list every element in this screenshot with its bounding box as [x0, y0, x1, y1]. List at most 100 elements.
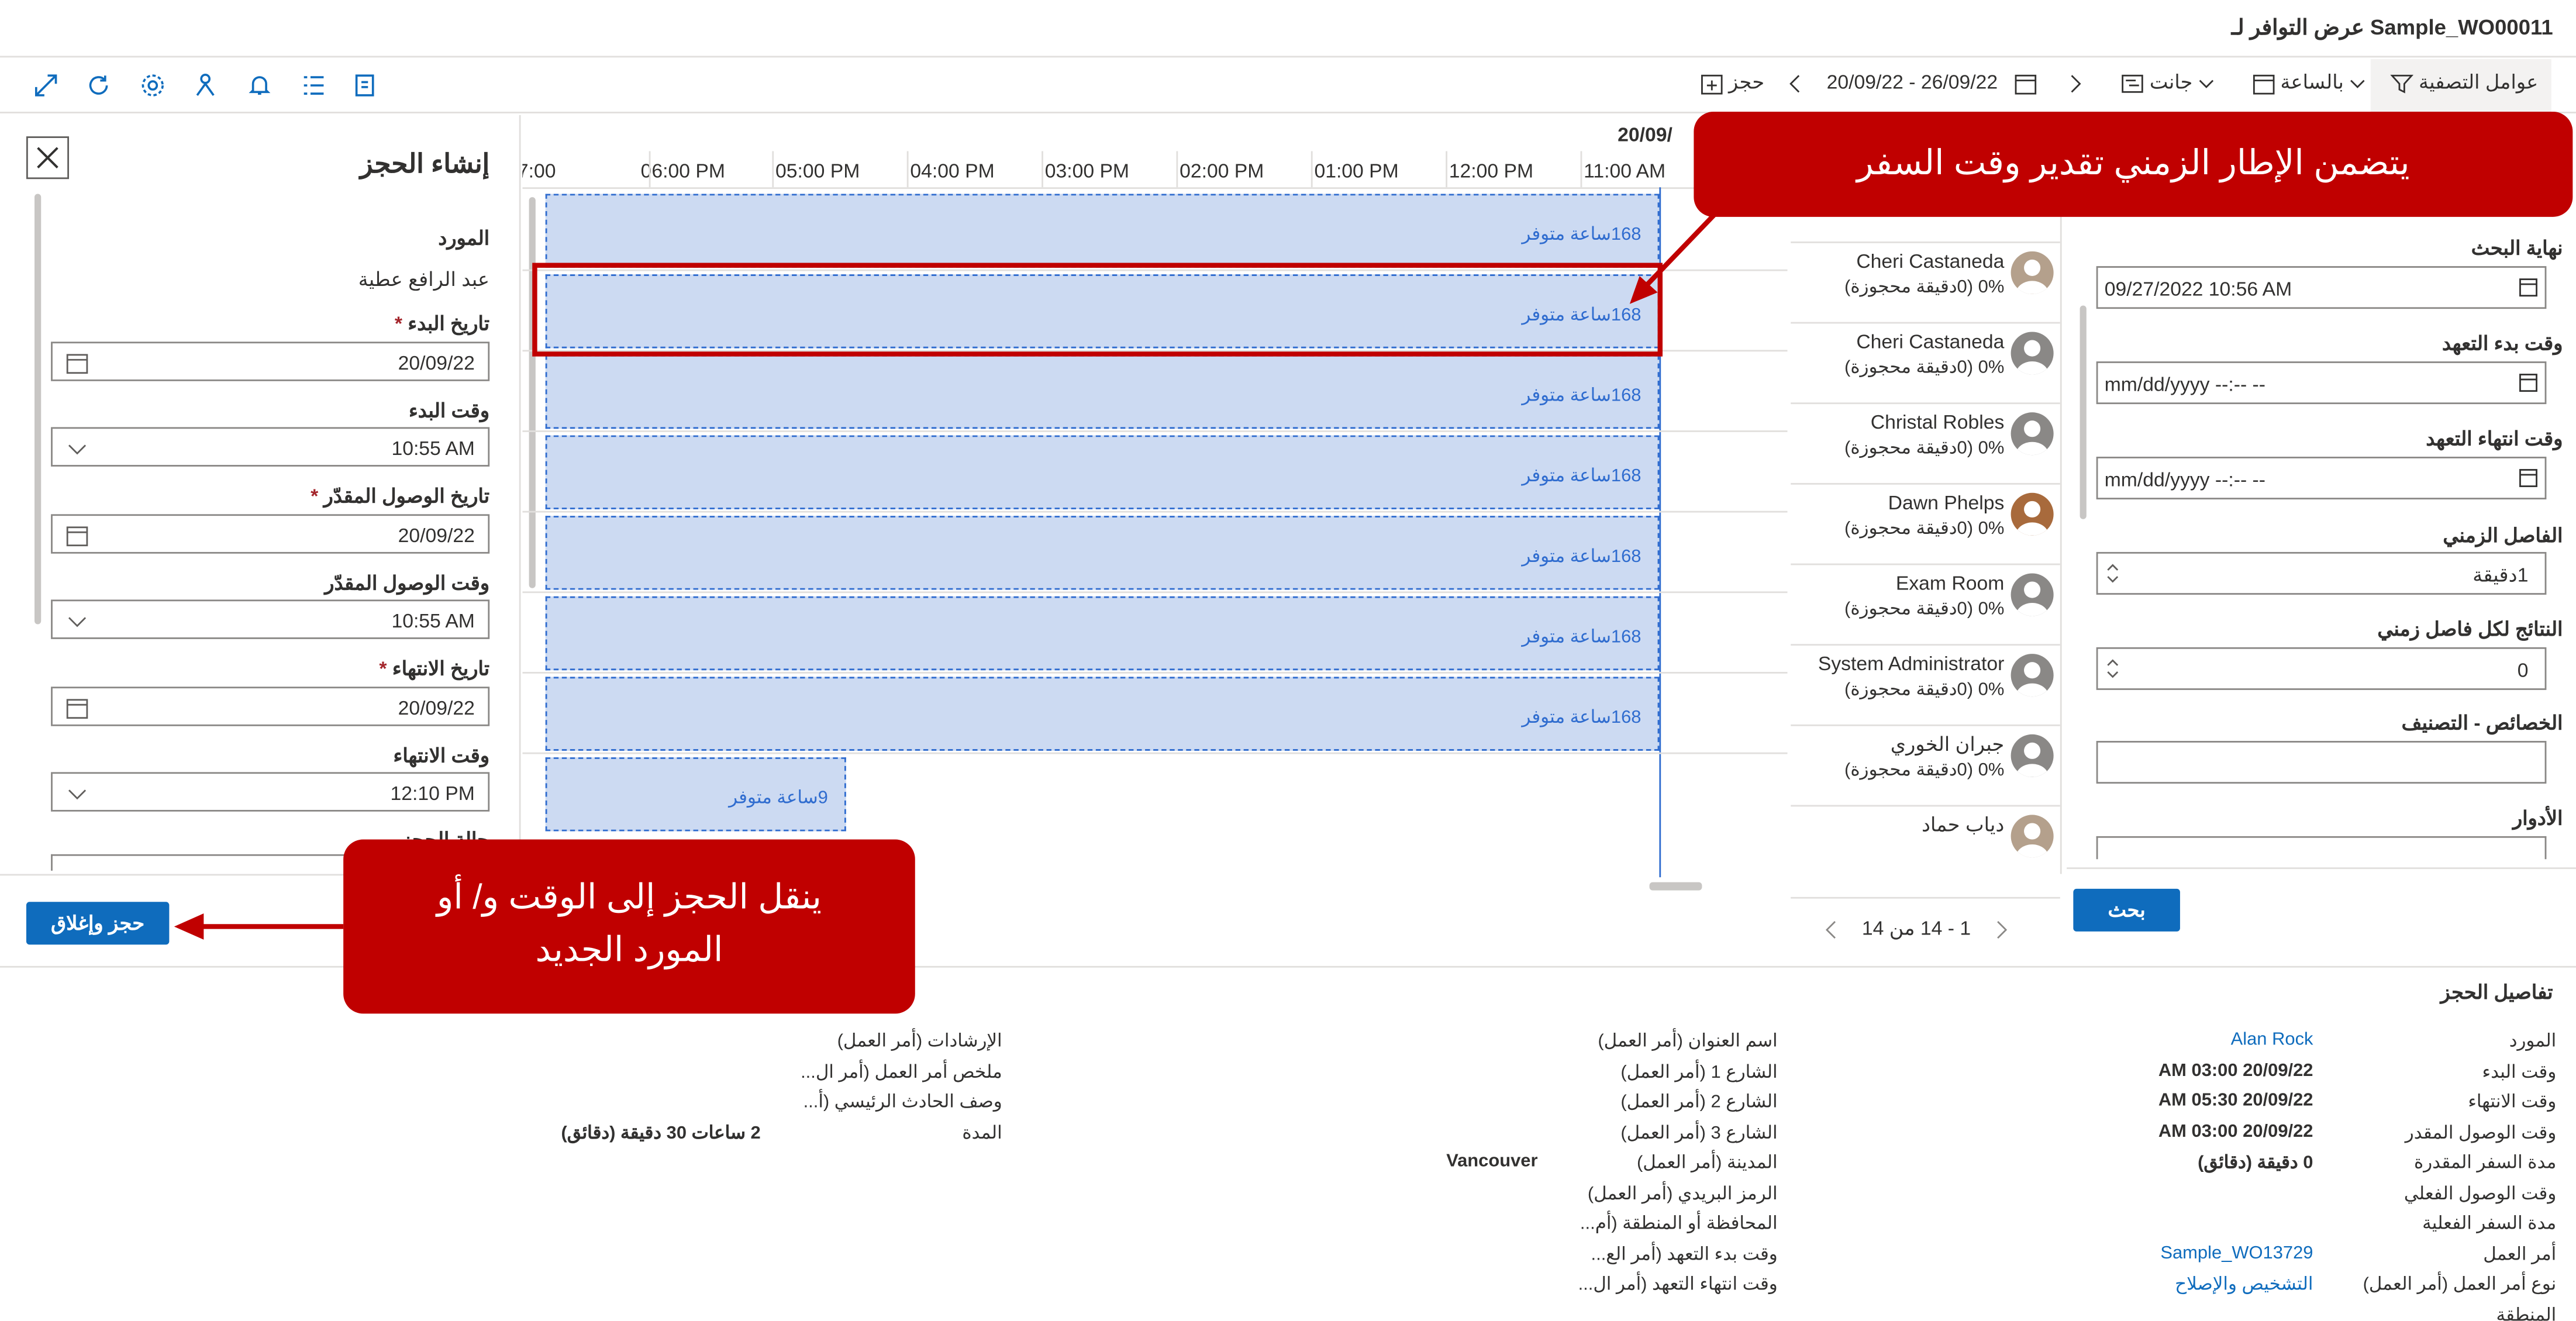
detail-key: المحافظة أو المنطقة (أم...: [1580, 1214, 1778, 1234]
grid-scrollbar-horizontal[interactable]: [1649, 882, 1702, 891]
close-button[interactable]: [26, 136, 69, 180]
filter-button[interactable]: عوامل التصفية: [2370, 59, 2551, 112]
hour-divider: [1042, 151, 1043, 188]
hourly-label: بالساعة: [2280, 70, 2344, 94]
resource-status: 0% (0دقيقة محجوزة): [1844, 519, 2005, 539]
resource-list: 0% (0دقيقة محجوزة) Cheri Castaneda 0% (0دق…: [1791, 194, 2062, 874]
avatar: [2011, 734, 2054, 777]
search-button[interactable]: بحث: [2073, 888, 2180, 932]
resource-status: 0% (0دقيقة محجوزة): [1844, 439, 2005, 458]
grid-scrollbar-vertical[interactable]: [529, 197, 536, 588]
chevron-down-icon: [2350, 80, 2365, 88]
end-date-field[interactable]: 20/09/22: [51, 687, 490, 726]
row-divider: [522, 591, 1788, 594]
expand-icon[interactable]: [33, 73, 59, 99]
chevron-right-icon[interactable]: [1993, 920, 2009, 940]
spinner-icon[interactable]: [2105, 654, 2121, 684]
detail-key: وقت انتهاء التعهد (أمر ال...: [1578, 1275, 1778, 1295]
start-date-field[interactable]: 20/09/22: [51, 342, 490, 381]
book-button[interactable]: حجز: [1700, 71, 1764, 95]
search-panel-scrollbar[interactable]: [2080, 305, 2087, 519]
resource-row[interactable]: System Administrator 0% (0دقيقة محجوزة): [1791, 644, 2060, 726]
gantt-icon: [2122, 74, 2144, 93]
resource-row[interactable]: دياب حماد: [1791, 805, 2060, 874]
booking-details-title: تفاصيل الحجز: [2440, 981, 2553, 1004]
row-divider: [522, 430, 1788, 432]
resource-row[interactable]: Christal Robles 0% (0دقيقة محجوزة): [1791, 402, 2060, 485]
start-time-field[interactable]: 10:55 AM: [51, 427, 490, 467]
availability-slot[interactable]: 168ساعة متوفر: [545, 435, 1660, 509]
header-divider: [522, 187, 1788, 189]
hour-divider: [1311, 151, 1313, 188]
list-icon[interactable]: [301, 73, 327, 99]
next-period-button[interactable]: [2067, 71, 2083, 94]
end-date-value: 20/09/22: [398, 696, 475, 720]
interval-field[interactable]: 1دقيقة: [2096, 551, 2547, 595]
person-icon: [2016, 420, 2049, 456]
promise-end-label: وقت انتهاء التعهد: [2426, 427, 2563, 450]
chevron-down-icon: [68, 789, 87, 800]
est-arrival-time-label: وقت الوصول المقدّر: [325, 571, 490, 595]
resource-row[interactable]: Dawn Phelps 0% (0دقيقة محجوزة): [1791, 483, 2060, 565]
resource-name: Dawn Phelps: [1888, 491, 2005, 515]
hour-label: 12:00 PM: [1449, 159, 1534, 182]
availability-slot-label: 168ساعة متوفر: [1522, 225, 1642, 245]
detail-value[interactable]: Sample_WO13729: [2160, 1243, 2313, 1263]
end-time-field[interactable]: 12:10 PM: [51, 772, 490, 812]
detail-value[interactable]: التشخيص والإصلاح: [2175, 1273, 2313, 1295]
calendar-clock-icon: [2253, 74, 2274, 95]
est-arrival-date-field[interactable]: 20/09/22: [51, 514, 490, 554]
resource-row[interactable]: Exam Room 0% (0دقيقة محجوزة): [1791, 564, 2060, 646]
hour-label: 06:00 PM: [640, 159, 725, 182]
availability-slot-label: 9ساعة متوفر: [729, 788, 828, 809]
resource-status: 0% (0دقيقة محجوزة): [1844, 760, 2005, 781]
panel-scrollbar[interactable]: [34, 194, 42, 625]
avatar: [2011, 492, 2054, 536]
results-field[interactable]: 0: [2096, 647, 2547, 690]
book-and-close-button[interactable]: حجز وإغلاق: [26, 902, 170, 945]
refresh-icon[interactable]: [85, 73, 112, 99]
availability-slot[interactable]: 9ساعة متوفر: [545, 757, 846, 832]
pager-text: 1 - 14 من 14: [1861, 916, 1971, 940]
create-booking-panel: إنشاء الحجز المورد عبد الرافع عطية تاريخ…: [0, 115, 521, 963]
date-range-picker[interactable]: [2014, 71, 2037, 95]
spinner-icon[interactable]: [2105, 558, 2121, 588]
availability-slot[interactable]: 168ساعة متوفر: [545, 194, 1660, 268]
person-icon: [2016, 501, 2049, 536]
resource-row[interactable]: Cheri Castaneda 0% (0دقيقة محجوزة): [1791, 242, 2060, 324]
characteristics-field[interactable]: [2096, 740, 2547, 784]
legend-icon[interactable]: [353, 73, 380, 99]
end-time-value: 12:10 PM: [390, 782, 475, 805]
availability-slot[interactable]: 168ساعة متوفر: [545, 677, 1660, 751]
gantt-dropdown[interactable]: جانت: [2121, 71, 2215, 95]
pager: 1 - 14 من 14: [1823, 917, 2009, 940]
chevron-left-icon[interactable]: [1823, 920, 1840, 940]
chevron-left-icon: [1789, 74, 1800, 92]
resource-row[interactable]: جبران الخوري 0% (0دقيقة محجوزة): [1791, 725, 2060, 807]
callout-move-booking: ينقل الحجز إلى الوقت و/ أو المورد الجديد: [343, 839, 915, 1014]
availability-slot[interactable]: 168ساعة متوفر: [545, 596, 1660, 671]
detail-key: وصف الحادث الرئيسي (أ...: [803, 1092, 1002, 1112]
est-arrival-time-field[interactable]: 10:55 AM: [51, 599, 490, 639]
detail-value[interactable]: Alan Rock: [2231, 1030, 2313, 1050]
resource-icon[interactable]: [192, 73, 219, 99]
avatar: [2011, 412, 2054, 456]
detail-key: وقت بدء التعهد (أمر الع...: [1591, 1244, 1778, 1264]
hourly-dropdown[interactable]: بالساعة: [2252, 71, 2366, 95]
search-end-field[interactable]: 09/27/2022 10:56 AM: [2096, 266, 2547, 309]
bell-icon[interactable]: [246, 73, 273, 99]
calendar-icon: [66, 354, 88, 374]
roles-field[interactable]: [2096, 836, 2547, 860]
close-icon: [37, 147, 58, 168]
hour-divider: [1176, 151, 1178, 188]
promise-end-field[interactable]: mm/dd/yyyy --:-- --: [2096, 456, 2547, 500]
detail-value: 2 ساعات 30 دقيقة (دقائق): [561, 1123, 761, 1143]
availability-slot[interactable]: 168ساعة متوفر: [545, 516, 1660, 590]
gear-icon[interactable]: [140, 73, 166, 99]
detail-key: نوع أمر العمل (أمر العمل): [2363, 1275, 2557, 1295]
previous-period-button[interactable]: [1788, 71, 1804, 94]
search-end-value: 09/27/2022 10:56 AM: [2104, 277, 2292, 301]
resource-row[interactable]: Cheri Castaneda 0% (0دقيقة محجوزة): [1791, 322, 2060, 405]
promise-start-field[interactable]: mm/dd/yyyy --:-- --: [2096, 361, 2547, 405]
availability-slot[interactable]: 168ساعة متوفر: [545, 354, 1660, 429]
